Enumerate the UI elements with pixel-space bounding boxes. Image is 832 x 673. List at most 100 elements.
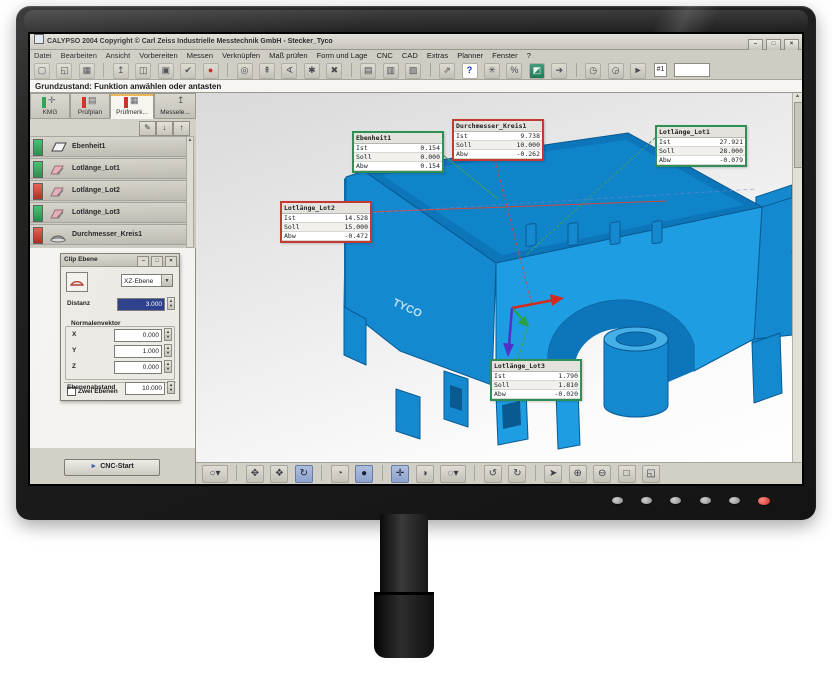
- move-up-icon[interactable]: ↑: [173, 121, 190, 136]
- new-icon[interactable]: ▢: [34, 63, 50, 79]
- probe-icon[interactable]: ↥: [113, 63, 129, 79]
- annotation-lotlaenge-lot2[interactable]: Lotlänge_Lot2 Ist14.528 Soll15.000 Abw-0…: [280, 201, 372, 243]
- dialog-maximize-button[interactable]: □: [151, 256, 163, 267]
- delete-icon[interactable]: ✖: [326, 63, 342, 79]
- zoom-out-icon[interactable]: ⊖: [593, 465, 611, 483]
- open-icon[interactable]: ◱: [56, 63, 72, 79]
- run-icon[interactable]: ►: [630, 63, 646, 79]
- percent-icon[interactable]: %: [506, 63, 522, 79]
- chevron-down-icon[interactable]: ▼: [161, 275, 172, 286]
- magic-icon[interactable]: ✳: [484, 63, 500, 79]
- save-icon[interactable]: ▦: [79, 63, 95, 79]
- zoom-in-icon[interactable]: ⊕: [569, 465, 587, 483]
- distanz-stepper[interactable]: ▲▼: [167, 297, 175, 310]
- search-icon[interactable]: ◎: [237, 63, 253, 79]
- report-icon[interactable]: ▥: [383, 63, 399, 79]
- pan-icon[interactable]: ✛: [391, 465, 409, 483]
- y-stepper[interactable]: ▲▼: [164, 344, 172, 357]
- list-item[interactable]: Lotlänge_Lot3: [30, 202, 187, 223]
- rotate-cw-icon[interactable]: ↻: [295, 465, 313, 483]
- menu-bearbeiten[interactable]: Bearbeiten: [61, 51, 97, 60]
- viewport-scrollbar[interactable]: ▲: [792, 93, 802, 462]
- ebenenabstand-input[interactable]: 10.000: [125, 382, 165, 395]
- tab-messelemente[interactable]: ↥ Messele...: [154, 93, 196, 119]
- annotation-lotlaenge-lot3[interactable]: Lotlänge_Lot3 Ist1.790 Soll1.810 Abw-0.0…: [490, 359, 582, 401]
- value-input[interactable]: [674, 63, 710, 77]
- clock2-icon[interactable]: ◶: [608, 63, 624, 79]
- view-menu-icon[interactable]: ◌▾: [440, 465, 466, 483]
- y-input[interactable]: 1.000: [114, 345, 162, 358]
- menu-datei[interactable]: Datei: [34, 51, 52, 60]
- menu-messen[interactable]: Messen: [187, 51, 213, 60]
- annotation-durchmesser-kreis1[interactable]: Durchmesser_Kreis1 Ist9.738 Soll10.000 A…: [452, 119, 544, 161]
- rotate-axis-icon[interactable]: ❖: [270, 465, 288, 483]
- monitor-menu-button[interactable]: [612, 497, 623, 504]
- circle-select-icon[interactable]: ○▾: [202, 465, 228, 483]
- clip-plane-icon-button[interactable]: [66, 272, 88, 292]
- menu-verknuepfen[interactable]: Verknüpfen: [222, 51, 260, 60]
- counter-field[interactable]: #1: [654, 63, 668, 77]
- menu-cad[interactable]: CAD: [402, 51, 418, 60]
- tab-kmg[interactable]: ✛ KMG: [30, 93, 70, 119]
- x-stepper[interactable]: ▲▼: [164, 328, 172, 341]
- hand-icon[interactable]: ➔: [551, 63, 567, 79]
- menu-vorbereiten[interactable]: Vorbereiten: [139, 51, 177, 60]
- dialog-titlebar[interactable]: Clip Ebene – □ ×: [61, 254, 179, 267]
- menu-form-und-lage[interactable]: Form und Lage: [317, 51, 368, 60]
- z-stepper[interactable]: ▲▼: [164, 360, 172, 373]
- shade-light-icon[interactable]: ◔: [331, 465, 349, 483]
- copy-icon[interactable]: ◫: [135, 63, 151, 79]
- annotation-lotlaenge-lot1[interactable]: Lotlänge_Lot1 Ist27.921 Soll28.000 Abw-0…: [655, 125, 747, 167]
- check-icon[interactable]: ✔: [180, 63, 196, 79]
- print-icon[interactable]: ▤: [360, 63, 376, 79]
- list-item[interactable]: Lotlänge_Lot2: [30, 180, 187, 201]
- clock1-icon[interactable]: ◷: [585, 63, 601, 79]
- menu-fenster[interactable]: Fenster: [492, 51, 517, 60]
- menu-extras[interactable]: Extras: [427, 51, 448, 60]
- feature-list-scrollbar[interactable]: ▲: [186, 136, 194, 248]
- menu-help[interactable]: ?: [527, 51, 531, 60]
- redo-rotate-icon[interactable]: ↻: [508, 465, 526, 483]
- shade-dark-icon[interactable]: ●: [355, 465, 373, 483]
- app-titlebar[interactable]: CALYPSO 2004 Copyright © Carl Zeiss Indu…: [30, 34, 802, 50]
- list-item[interactable]: Lotlänge_Lot1: [30, 158, 187, 179]
- help-icon[interactable]: ?: [462, 63, 478, 79]
- dialog-close-button[interactable]: ×: [165, 256, 177, 267]
- menu-cnc[interactable]: CNC: [377, 51, 393, 60]
- move-down-icon[interactable]: ↓: [156, 121, 173, 136]
- scrollbar-thumb[interactable]: [794, 102, 802, 168]
- power-button[interactable]: [758, 497, 770, 505]
- menu-ansicht[interactable]: Ansicht: [106, 51, 131, 60]
- distanz-input[interactable]: 3.000: [117, 298, 165, 311]
- angle-icon[interactable]: ∢: [281, 63, 297, 79]
- list-item[interactable]: Ebenheit1: [30, 136, 187, 157]
- cad-icon[interactable]: ◩: [529, 63, 545, 79]
- zoom-fit-icon[interactable]: ◱: [642, 465, 660, 483]
- ebenenabstand-stepper[interactable]: ▲▼: [167, 381, 175, 394]
- paste-icon[interactable]: ▣: [158, 63, 174, 79]
- probe-tool-icon[interactable]: ➤: [544, 465, 562, 483]
- monitor-button[interactable]: [641, 497, 652, 504]
- send-icon[interactable]: ⇗: [439, 63, 455, 79]
- half-view-icon[interactable]: ◑: [416, 465, 434, 483]
- cad-viewport[interactable]: TYCO: [196, 93, 802, 484]
- tab-pruefplan[interactable]: ▤ Prüfplan: [70, 93, 110, 119]
- monitor-button[interactable]: [700, 497, 711, 504]
- monitor-button[interactable]: [670, 497, 681, 504]
- tab-pruefmerkmale[interactable]: ▦ Prüfmerk...: [110, 93, 154, 119]
- star-icon[interactable]: ✱: [304, 63, 320, 79]
- protocol-icon[interactable]: ▧: [405, 63, 421, 79]
- annotation-ebenheit1[interactable]: Ebenheit1 Ist0.154 Soll0.000 Abw0.154: [352, 131, 444, 173]
- record-icon[interactable]: ●: [203, 63, 219, 79]
- x-input[interactable]: 0.000: [114, 329, 162, 342]
- plane-select[interactable]: XZ-Ebene ▼: [121, 274, 173, 287]
- cnc-start-button[interactable]: ►CNC-Start: [64, 459, 160, 476]
- menu-mass-pruefen[interactable]: Maß prüfen: [269, 51, 307, 60]
- edit-icon[interactable]: ✎: [139, 121, 156, 136]
- rotate-free-icon[interactable]: ✥: [246, 465, 264, 483]
- z-input[interactable]: 0.000: [114, 361, 162, 374]
- undo-rotate-icon[interactable]: ↺: [484, 465, 502, 483]
- stylus-up-icon[interactable]: ⇞: [259, 63, 275, 79]
- zoom-window-icon[interactable]: □: [618, 465, 636, 483]
- monitor-button[interactable]: [729, 497, 740, 504]
